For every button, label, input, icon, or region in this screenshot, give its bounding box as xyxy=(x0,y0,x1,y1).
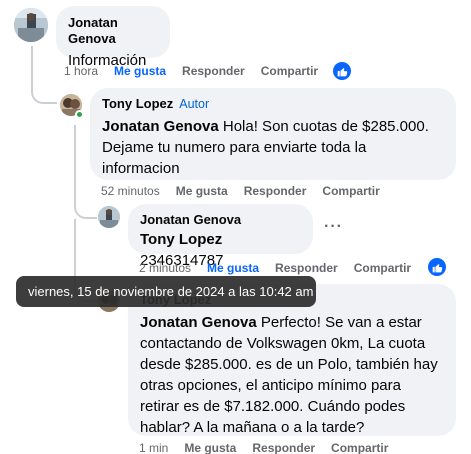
comment-actions-1: 1 hora Me gusta Responder Compartir xyxy=(64,64,334,78)
comment-author: Tony Lopez Autor xyxy=(102,96,444,112)
comment-actions-3: 2 minutos Me gusta Responder Compartir xyxy=(139,261,427,275)
comment-bubble-1: Jonatan Genova Información xyxy=(56,6,170,69)
avatar-jonatan[interactable] xyxy=(98,206,120,228)
comment-text: Jonatan Genova Perfecto! Se van a estar … xyxy=(140,312,444,438)
share-button[interactable]: Compartir xyxy=(331,441,388,454)
like-button[interactable]: Me gusta xyxy=(114,64,166,78)
comment-text-line: contactando de Volkswagen 0km, La cuota xyxy=(140,335,426,352)
comment-text-line: Perfecto! Se van a estar xyxy=(260,314,422,331)
share-button[interactable]: Compartir xyxy=(354,261,411,275)
comment-timestamp[interactable]: 52 minutos xyxy=(101,184,160,198)
mention-link[interactable]: Jonatan Genova xyxy=(140,314,257,331)
timestamp-tooltip: viernes, 15 de noviembre de 2024 a las 1… xyxy=(16,276,316,307)
share-button[interactable]: Compartir xyxy=(322,184,379,198)
like-thumb-icon xyxy=(337,67,347,76)
share-button[interactable]: Compartir xyxy=(261,64,318,78)
comment-text-line: informacion xyxy=(102,160,180,177)
comment-author[interactable]: Jonatan Genova xyxy=(140,212,301,228)
comment-text-line: Hola! Son cuotas de $285.000. xyxy=(222,118,429,135)
avatar-jonatan-image xyxy=(14,8,48,42)
comment-text-line: hablar? A la mañana o a la tarde? xyxy=(140,419,365,436)
comment-timestamp[interactable]: 1 min xyxy=(139,441,168,454)
comment-actions-2: 52 minutos Me gusta Responder Compartir xyxy=(101,184,396,198)
comment-timestamp[interactable]: 1 hora xyxy=(64,64,98,78)
thread-line-root xyxy=(31,46,57,104)
reply-button[interactable]: Responder xyxy=(244,184,307,198)
mention-link[interactable]: Jonatan Genova xyxy=(102,118,219,135)
like-reaction-badge[interactable] xyxy=(428,258,446,276)
avatar-jonatan[interactable] xyxy=(14,8,48,42)
comment-text: Jonatan Genova Hola! Son cuotas de $285.… xyxy=(102,116,444,179)
like-button[interactable]: Me gusta xyxy=(184,441,236,454)
comment-bubble-2: Tony Lopez Autor Jonatan Genova Hola! Son… xyxy=(90,88,456,180)
reply-button[interactable]: Responder xyxy=(275,261,338,275)
like-button[interactable]: Me gusta xyxy=(207,261,259,275)
avatar-jonatan-image xyxy=(98,206,120,228)
more-options-icon[interactable]: ··· xyxy=(324,218,343,236)
comment-text-line: desde $285.000. es de un Polo, también h… xyxy=(140,356,438,373)
comment-text-line: otras opciones, el anticipo mínimo para xyxy=(140,377,401,394)
like-thumb-icon xyxy=(432,263,442,272)
author-name[interactable]: Tony Lopez xyxy=(102,96,173,111)
comment-timestamp[interactable]: 2 minutos xyxy=(139,261,191,275)
like-reaction-badge[interactable] xyxy=(333,62,351,80)
comment-actions-4: 1 min Me gusta Responder Compartir xyxy=(139,441,404,454)
reply-button[interactable]: Responder xyxy=(252,441,315,454)
author-badge: Autor xyxy=(179,97,210,111)
comment-text-line: retirar es de $7.182.000. Cuándo podes xyxy=(140,398,406,415)
comment-author[interactable]: Jonatan Genova xyxy=(68,15,158,47)
online-status-icon xyxy=(75,110,84,119)
comment-text-line: Dejame tu numero para enviarte toda la xyxy=(102,139,367,156)
reply-button[interactable]: Responder xyxy=(182,64,245,78)
mention-link[interactable]: Tony Lopez xyxy=(140,231,222,248)
comment-bubble-3: Jonatan Genova Tony Lopez 2346314787 xyxy=(128,204,313,269)
like-button[interactable]: Me gusta xyxy=(176,184,228,198)
